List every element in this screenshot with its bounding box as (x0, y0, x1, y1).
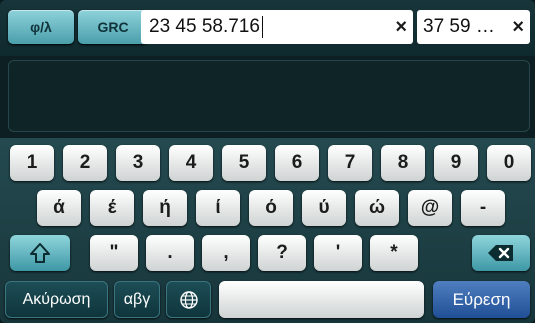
key-at[interactable]: @ (408, 190, 452, 226)
key-3[interactable]: 3 (116, 145, 160, 181)
key-epsilon-tonos[interactable]: έ (90, 190, 134, 226)
cancel-label: Ακύρωση (22, 290, 91, 308)
search-coordinates-screen: φ/λ GRC 23 45 58.716 × 37 59 … × 1 2 3 4… (0, 0, 535, 323)
backspace-key[interactable] (472, 235, 530, 271)
key-comma[interactable]: , (202, 235, 250, 271)
key-dash[interactable]: - (461, 190, 505, 226)
clear-latitude-icon[interactable]: × (512, 16, 524, 39)
key-2[interactable]: 2 (63, 145, 107, 181)
key-7[interactable]: 7 (328, 145, 372, 181)
alphabet-label: αβγ (123, 290, 151, 308)
key-omicron-tonos[interactable]: ό (249, 190, 293, 226)
results-area (8, 60, 530, 132)
key-5[interactable]: 5 (222, 145, 266, 181)
clear-longitude-icon[interactable]: × (395, 16, 407, 39)
key-0[interactable]: 0 (487, 145, 531, 181)
phi-lambda-label: φ/λ (30, 19, 52, 35)
key-question[interactable]: ? (258, 235, 306, 271)
key-upsilon-tonos[interactable]: ύ (302, 190, 346, 226)
shift-key[interactable] (10, 235, 70, 271)
phi-lambda-mode-button[interactable]: φ/λ (8, 10, 74, 44)
longitude-input[interactable]: 23 45 58.716 × (141, 10, 413, 44)
key-alpha-tonos[interactable]: ά (37, 190, 81, 226)
longitude-value: 23 45 58.716 (149, 16, 260, 37)
space-bar[interactable] (219, 281, 424, 318)
text-caret (261, 16, 263, 38)
top-bar: φ/λ GRC 23 45 58.716 × 37 59 … × (0, 0, 535, 56)
cancel-button[interactable]: Ακύρωση (5, 281, 108, 318)
key-eta-tonos[interactable]: ή (143, 190, 187, 226)
key-period[interactable]: . (146, 235, 194, 271)
key-iota-tonos[interactable]: ί (196, 190, 240, 226)
key-1[interactable]: 1 (10, 145, 54, 181)
latitude-value: 37 59 … (423, 16, 495, 37)
on-screen-keyboard: 1 2 3 4 5 6 7 8 9 0 ά έ ή ί ό ύ ώ @ - " … (0, 138, 535, 323)
key-9[interactable]: 9 (434, 145, 478, 181)
shift-icon (30, 243, 50, 263)
backspace-icon (488, 245, 513, 261)
alphabet-switch-button[interactable]: αβγ (114, 281, 160, 318)
key-double-quote[interactable]: " (90, 235, 138, 271)
key-6[interactable]: 6 (275, 145, 319, 181)
latitude-input[interactable]: 37 59 … × (417, 10, 530, 44)
key-omega-tonos[interactable]: ώ (355, 190, 399, 226)
key-asterisk[interactable]: * (370, 235, 418, 271)
grc-label: GRC (97, 19, 129, 35)
key-8[interactable]: 8 (381, 145, 425, 181)
search-button[interactable]: Εύρεση (433, 281, 530, 318)
grc-mode-button[interactable]: GRC (78, 10, 158, 44)
language-button[interactable] (166, 281, 211, 318)
key-apostrophe[interactable]: ' (314, 235, 362, 271)
key-4[interactable]: 4 (169, 145, 213, 181)
search-label: Εύρεση (452, 289, 511, 309)
globe-icon (179, 290, 198, 309)
